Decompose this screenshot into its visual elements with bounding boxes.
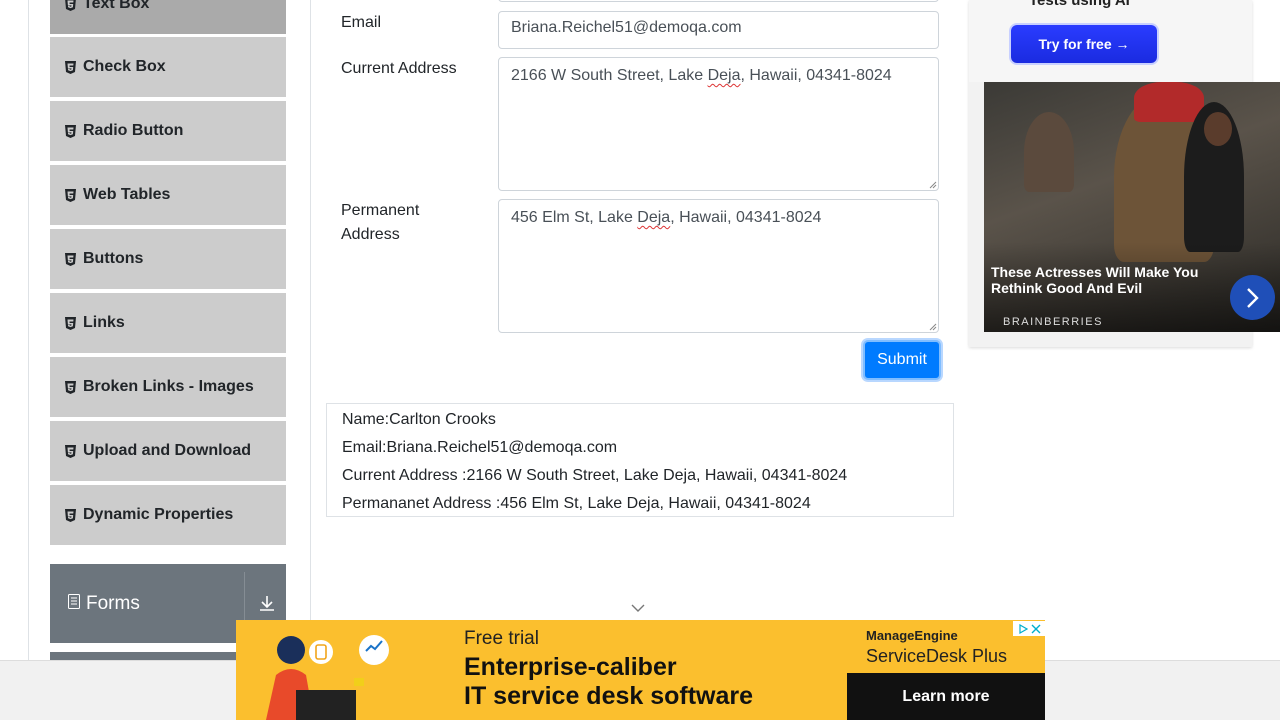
divider (28, 0, 29, 660)
close-icon[interactable] (1031, 624, 1041, 634)
email-field[interactable]: Briana.Reichel51@demoqa.com (498, 11, 939, 49)
output-current-address: Current Address :2166 W South Street, La… (342, 467, 848, 484)
sidebar-item-text-box[interactable]: Text Box (50, 0, 286, 36)
sidebar-item-dynamic-properties[interactable]: Dynamic Properties (50, 485, 286, 547)
sidebar-item-label: Buttons (83, 250, 144, 267)
ad-image[interactable]: These Actresses Will Make You Rethink Go… (984, 82, 1280, 332)
page: Text Box Check Box Radio Button Web Tabl… (0, 0, 1280, 720)
current-address-label: Current Address (341, 60, 457, 77)
html5-icon (64, 60, 76, 74)
sidebar-item-label: Links (83, 314, 125, 331)
permanent-address-field[interactable]: 456 Elm St, Lake Deja, Hawaii, 04341-802… (498, 199, 939, 333)
sidebar-item-web-tables[interactable]: Web Tables (50, 165, 286, 227)
sidebar-item-links[interactable]: Links (50, 293, 286, 355)
email-label: Email (341, 14, 382, 31)
html5-icon (64, 316, 76, 330)
ad-banner[interactable]: Free trial Enterprise-caliber IT service… (236, 620, 1045, 720)
field-text: 2166 W South Street, Lake (511, 67, 708, 84)
ad-banner-line1: Free trial (464, 628, 539, 649)
sidebar-item-label: Broken Links - Images (83, 378, 254, 395)
spellcheck-word: Deja (637, 209, 671, 226)
resize-handle-icon[interactable] (929, 323, 937, 331)
download-icon[interactable] (258, 594, 276, 618)
sidebar-item-label: Web Tables (83, 186, 171, 203)
ad-figure (1204, 112, 1232, 146)
chevron-down-icon[interactable] (631, 603, 645, 613)
learn-more-button[interactable]: Learn more (847, 673, 1045, 720)
document-icon (68, 593, 80, 615)
ad-brand: BRAINBERRIES (1003, 316, 1103, 328)
divider (310, 0, 311, 660)
sidebar-item-label: Upload and Download (83, 442, 251, 459)
ad-figure (1134, 82, 1204, 122)
sidebar-item-broken-links[interactable]: Broken Links - Images (50, 357, 286, 419)
permanent-address-label: Permanent Address (341, 199, 419, 247)
sidebar-item-buttons[interactable]: Buttons (50, 229, 286, 291)
name-field[interactable] (498, 0, 939, 2)
ad-top-panel: Tests using AI Try for free → (969, 0, 1252, 82)
try-for-free-button[interactable]: Try for free → (1011, 25, 1157, 63)
html5-icon (64, 188, 76, 202)
label-line: Permanent (341, 202, 420, 219)
ad-top-text: Tests using AI (1029, 0, 1130, 9)
adchoices[interactable] (1013, 621, 1045, 636)
html5-icon (64, 444, 76, 458)
ad-brand-product: ServiceDesk Plus (866, 646, 1008, 666)
field-text: , Hawaii, 04341-8024 (670, 209, 822, 226)
sidebar-item-label: Radio Button (83, 122, 184, 139)
ad-headline[interactable]: These Actresses Will Make You Rethink Go… (991, 264, 1221, 296)
output-box: Name:Carlton Crooks Email:Briana.Reichel… (326, 403, 954, 517)
ad-illustration (266, 635, 389, 720)
sidebar-item-radio-button[interactable]: Radio Button (50, 101, 286, 163)
current-address-field[interactable]: 2166 W South Street, Lake Deja, Hawaii, … (498, 57, 939, 191)
chevron-right-icon[interactable] (1230, 275, 1275, 320)
html5-icon (64, 124, 76, 138)
spellcheck-word: Deja (707, 67, 741, 84)
ad-banner-line2: Enterprise-caliber (464, 653, 677, 681)
ad-brand: ManageEngine (866, 628, 958, 643)
html5-icon (64, 252, 76, 266)
html5-icon (64, 0, 76, 11)
sidebar-item-label: Text Box (83, 0, 150, 12)
sidebar-group-label: Forms (86, 592, 140, 614)
resize-handle-icon[interactable] (929, 181, 937, 189)
field-text: 456 Elm St, Lake (511, 209, 638, 226)
html5-icon (64, 380, 76, 394)
html5-icon (64, 508, 76, 522)
sidebar-item-check-box[interactable]: Check Box (50, 37, 286, 99)
sidebar-item-label: Check Box (83, 58, 166, 75)
output-name: Name:Carlton Crooks (342, 411, 496, 428)
field-text: , Hawaii, 04341-8024 (740, 67, 892, 84)
label-line: Address (341, 226, 400, 243)
adchoices-icon[interactable] (1018, 623, 1028, 634)
ad-figure (1024, 112, 1074, 192)
sidebar-item-upload-download[interactable]: Upload and Download (50, 421, 286, 483)
ad-banner-line3: IT service desk software (464, 682, 754, 710)
output-email: Email:Briana.Reichel51@demoqa.com (342, 439, 618, 456)
submit-button[interactable]: Submit (863, 340, 941, 380)
output-permanent-address: Permananet Address :456 Elm St, Lake Dej… (342, 495, 811, 512)
sidebar-item-label: Dynamic Properties (83, 506, 234, 523)
